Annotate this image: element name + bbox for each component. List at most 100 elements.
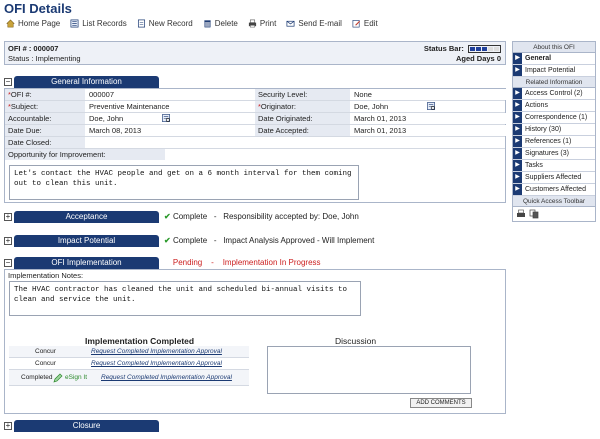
record-status: Status : Implementing [8, 54, 81, 63]
list-records-label: List Records [82, 19, 127, 28]
subject-label-cell: *Subject: [5, 101, 85, 112]
new-record-icon [137, 19, 145, 28]
ofi-number: OFI # : 000007 [8, 44, 59, 53]
quick-access-header: Quick Access Toolbar [513, 196, 595, 207]
sidebar-item-signatures-3[interactable]: ▶ Signatures (3) [513, 148, 595, 160]
sidebar-item-actions[interactable]: ▶ Actions [513, 100, 595, 112]
subject-value: Preventive Maintenance [86, 101, 254, 112]
esign-pen-icon[interactable] [53, 373, 63, 383]
status-meter-segment [488, 47, 493, 52]
security-level-label: Security Level: [255, 89, 350, 100]
sidebar-item-general[interactable]: ▶ General [513, 53, 595, 65]
sidebar-item-label: Signatures (3) [525, 150, 569, 157]
new-record-button[interactable]: New Record [137, 18, 193, 29]
acceptance-expand-toggle[interactable]: + [4, 213, 12, 221]
print-button[interactable]: Print [248, 18, 276, 29]
closure-expand-toggle[interactable]: + [4, 422, 12, 430]
aged-days-value: 0 [496, 54, 501, 63]
originator-picker-icon[interactable] [427, 102, 436, 111]
sidebar-item-label: History (30) [525, 126, 562, 133]
tab-acceptance[interactable]: Acceptance [14, 211, 159, 223]
delete-button[interactable]: Delete [203, 18, 238, 29]
sidebar-item-impact-potential[interactable]: ▶ Impact Potential [513, 65, 595, 77]
tab-closure[interactable]: Closure [14, 420, 159, 432]
copy-icon[interactable] [529, 209, 539, 219]
arrow-right-icon: ▶ [513, 100, 522, 111]
arrow-right-icon: ▶ [513, 88, 522, 99]
implementation-collapse-toggle[interactable]: − [4, 259, 12, 267]
sidebar-item-references-1[interactable]: ▶ References (1) [513, 136, 595, 148]
security-level-value: None [351, 89, 507, 100]
print-label: Print [259, 19, 277, 28]
date-accepted-value: March 01, 2013 [351, 125, 507, 136]
edit-button[interactable]: Edit [352, 18, 378, 29]
new-record-label: New Record [148, 19, 193, 28]
approval-step: Completed [21, 374, 53, 381]
implementation-completed-title: Implementation Completed [85, 336, 195, 346]
sidebar-item-access-control-2[interactable]: ▶ Access Control (2) [513, 88, 595, 100]
request-approval-link[interactable]: Request Completed Implementation Approva… [91, 346, 222, 358]
date-originated-label: Date Originated: [255, 113, 350, 124]
request-approval-link[interactable]: Request Completed Implementation Approva… [101, 370, 232, 386]
esign-it-link[interactable]: eSign It [65, 370, 87, 386]
date-due-value: March 08, 2013 [86, 125, 254, 136]
arrow-right-icon: ▶ [513, 53, 522, 64]
status-bar-row: Status Bar: [424, 44, 501, 54]
arrow-right-icon: ▶ [513, 172, 522, 183]
form-row-closed: Date Closed: [5, 137, 505, 149]
date-closed-label: Date Closed: [5, 137, 85, 148]
opportunity-textarea[interactable]: Let's contact the HVAC people and get on… [9, 165, 359, 200]
complete-check-icon: ✔ [164, 236, 171, 245]
sidebar-item-customers-affected[interactable]: ▶ Customers Affected [513, 184, 595, 196]
form-row-opportunity: Opportunity for Improvement: [5, 149, 505, 161]
tab-ofi-implementation[interactable]: OFI Implementation [14, 257, 159, 269]
form-row-dates: Date Due: March 08, 2013 Date Accepted: … [5, 125, 507, 137]
acceptance-status: ✔ Complete - Responsibility accepted by:… [164, 212, 359, 221]
send-email-label: Send E-mail [298, 19, 342, 28]
originator-label-cell: *Originator: [255, 101, 350, 112]
acceptance-section-header: + Acceptance ✔ Complete - Responsibility… [4, 211, 359, 223]
impact-expand-toggle[interactable]: + [4, 237, 12, 245]
request-approval-link[interactable]: Request Completed Implementation Approva… [91, 358, 222, 370]
date-due-label: Date Due: [5, 125, 85, 136]
list-records-button[interactable]: List Records [70, 18, 127, 29]
status-bar-label: Status Bar: [423, 44, 464, 53]
home-page-button[interactable]: Home Page [6, 18, 60, 29]
table-row: Completed eSign It Request Completed Imp… [9, 370, 249, 386]
general-info-form: *OFI #: 000007 Security Level: None *Sub… [4, 88, 507, 203]
implementation-section-header: − OFI Implementation Pending - Implement… [4, 257, 321, 269]
sidebar-item-history-30[interactable]: ▶ History (30) [513, 124, 595, 136]
originator-value: Doe, John [351, 101, 426, 112]
discussion-textarea[interactable] [267, 346, 471, 394]
accountable-label: Accountable: [5, 113, 85, 124]
sidebar-item-tasks[interactable]: ▶ Tasks [513, 160, 595, 172]
printer-icon[interactable] [516, 209, 526, 219]
edit-label: Edit [363, 19, 378, 28]
status-progress-meter [468, 45, 501, 54]
record-header-left: OFI # : 000007 Status : Implementing [8, 44, 81, 64]
send-email-button[interactable]: Send E-mail [286, 18, 342, 29]
delete-label: Delete [214, 19, 238, 28]
add-comments-button[interactable]: ADD COMMENTS [410, 398, 472, 408]
sidebar-item-label: Access Control (2) [525, 90, 583, 97]
sidebar-item-label: Customers Affected [525, 186, 586, 193]
sidebar-item-suppliers-affected[interactable]: ▶ Suppliers Affected [513, 172, 595, 184]
accountable-picker-icon[interactable] [162, 114, 171, 123]
general-collapse-toggle[interactable]: − [4, 78, 12, 86]
status-meter-segment [476, 47, 481, 52]
tab-general-information[interactable]: General Information [14, 76, 159, 88]
discussion-title: Discussion [335, 336, 377, 346]
arrow-right-icon: ▶ [513, 148, 522, 159]
date-originated-value: March 01, 2013 [351, 113, 507, 124]
sidebar-item-label: Impact Potential [525, 67, 576, 74]
form-row-accountable: Accountable: Doe, John Date Originated: … [5, 113, 507, 125]
email-icon [286, 20, 295, 27]
approval-step: Concur [35, 348, 56, 355]
ofi-num-label-cell: *OFI #: [5, 89, 85, 100]
ofi-num-value: 000007 [86, 89, 254, 100]
accountable-value: Doe, John [86, 113, 161, 124]
sidebar-item-correspondence-1[interactable]: ▶ Correspondence (1) [513, 112, 595, 124]
implementation-notes-textarea[interactable]: The HVAC contractor has cleaned the unit… [9, 281, 361, 316]
tab-impact-potential[interactable]: Impact Potential [14, 235, 159, 247]
approval-step: Concur [35, 360, 56, 367]
